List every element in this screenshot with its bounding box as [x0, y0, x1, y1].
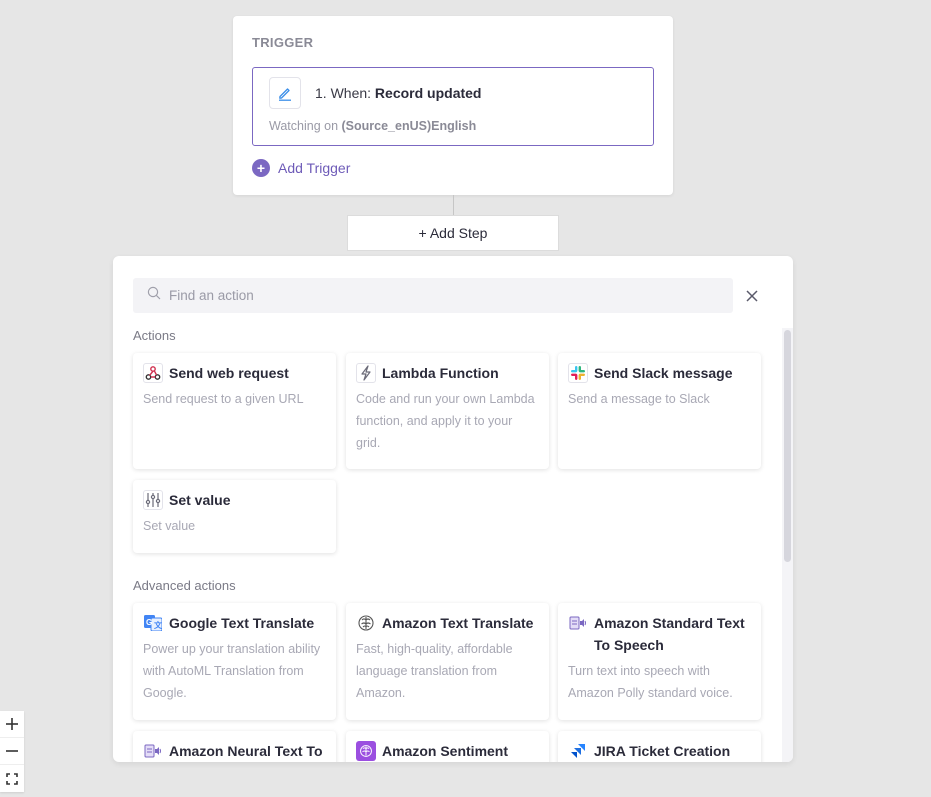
trigger-event: Record updated [374, 85, 482, 101]
action-title: Send Slack message [594, 365, 733, 381]
close-icon[interactable] [743, 287, 761, 305]
zoom-in-button[interactable] [0, 711, 24, 738]
watch-prefix: Watching on [269, 119, 342, 133]
search-input[interactable] [169, 288, 709, 303]
add-trigger-label: Add Trigger [278, 160, 351, 176]
section-label-advanced-actions: Advanced actions [133, 578, 236, 593]
text-to-speech-icon [143, 741, 163, 761]
action-desc: Code and run your own Lambda function, a… [356, 392, 535, 450]
action-card-set-value[interactable]: Set value Set value [133, 480, 336, 553]
svg-text:G: G [146, 618, 152, 627]
trigger-step-prefix: 1. When: [315, 85, 375, 101]
action-title: Amazon Text Translate [382, 615, 534, 631]
action-title: Amazon Standard Text To Speech [594, 615, 745, 653]
sliders-icon [143, 490, 163, 510]
zoom-out-button[interactable] [0, 738, 24, 765]
trigger-heading: TRIGGER [252, 35, 314, 50]
action-desc: Power up your translation ability with A… [143, 642, 321, 700]
plus-circle-icon: + [252, 159, 270, 177]
connector-line [453, 195, 454, 215]
search-bar[interactable] [133, 278, 733, 313]
action-desc: Send request to a given URL [143, 392, 304, 406]
action-desc: Set value [143, 519, 196, 533]
lightning-icon [356, 363, 376, 383]
action-title: Amazon Neural Text To Speech [169, 743, 323, 759]
action-title: Amazon Sentiment [382, 743, 509, 759]
trigger-title: 1. When: Record updated [315, 85, 482, 101]
action-card-lambda-function[interactable]: Lambda Function Code and run your own La… [346, 353, 549, 469]
action-title: JIRA Ticket Creation [594, 743, 731, 759]
watch-target: (Source_enUS)English [341, 119, 477, 133]
action-card-amazon-neural-text-to-speech[interactable]: Amazon Neural Text To Speech [133, 731, 336, 762]
slack-icon [568, 363, 588, 383]
svg-text:文: 文 [154, 620, 162, 630]
action-title: Google Text Translate [169, 615, 315, 631]
brain-icon [356, 613, 376, 633]
fit-view-button[interactable] [0, 765, 24, 792]
section-label-actions: Actions [133, 328, 176, 343]
add-trigger-button[interactable]: + Add Trigger [252, 159, 350, 177]
scrollbar-thumb[interactable] [784, 330, 791, 562]
action-card-amazon-text-translate[interactable]: Amazon Text Translate Fast, high-quality… [346, 603, 549, 720]
plus-icon [6, 718, 18, 730]
action-desc: Fast, high-quality, affordable language … [356, 642, 513, 700]
trigger-watch: Watching on (Source_enUS)English [269, 119, 476, 133]
action-card-send-web-request[interactable]: Send web request Send request to a given… [133, 353, 336, 469]
action-card-amazon-sentiment[interactable]: Amazon Sentiment [346, 731, 549, 762]
trigger-step[interactable]: 1. When: Record updated Watching on (Sou… [252, 67, 654, 146]
action-title: Lambda Function [382, 365, 499, 381]
actions-list: Actions Send web request Send request to… [113, 326, 793, 762]
action-picker-panel: Actions Send web request Send request to… [113, 256, 793, 762]
search-icon [147, 286, 161, 305]
zoom-controls [0, 711, 24, 792]
action-desc: Send a message to Slack [568, 392, 710, 406]
add-step-button[interactable]: + Add Step [347, 215, 559, 251]
trigger-card: TRIGGER 1. When: Record updated Watching… [233, 16, 673, 195]
action-card-send-slack-message[interactable]: Send Slack message Send a message to Sla… [558, 353, 761, 469]
action-title: Send web request [169, 365, 289, 381]
action-desc: Turn text into speech with Amazon Polly … [568, 664, 733, 700]
fit-view-icon [6, 772, 18, 785]
action-card-jira-ticket-creation[interactable]: JIRA Ticket Creation [558, 731, 761, 762]
jira-icon [568, 741, 588, 761]
action-title: Set value [169, 492, 231, 508]
minus-icon [6, 750, 18, 752]
action-card-amazon-standard-text-to-speech[interactable]: Amazon Standard Text To Speech Turn text… [558, 603, 761, 720]
webhook-icon [143, 363, 163, 383]
text-to-speech-icon [568, 613, 588, 633]
action-card-google-text-translate[interactable]: G文 Google Text Translate Power up your t… [133, 603, 336, 720]
google-translate-icon: G文 [143, 613, 163, 633]
pencil-icon [269, 77, 301, 109]
sentiment-brain-icon [356, 741, 376, 761]
